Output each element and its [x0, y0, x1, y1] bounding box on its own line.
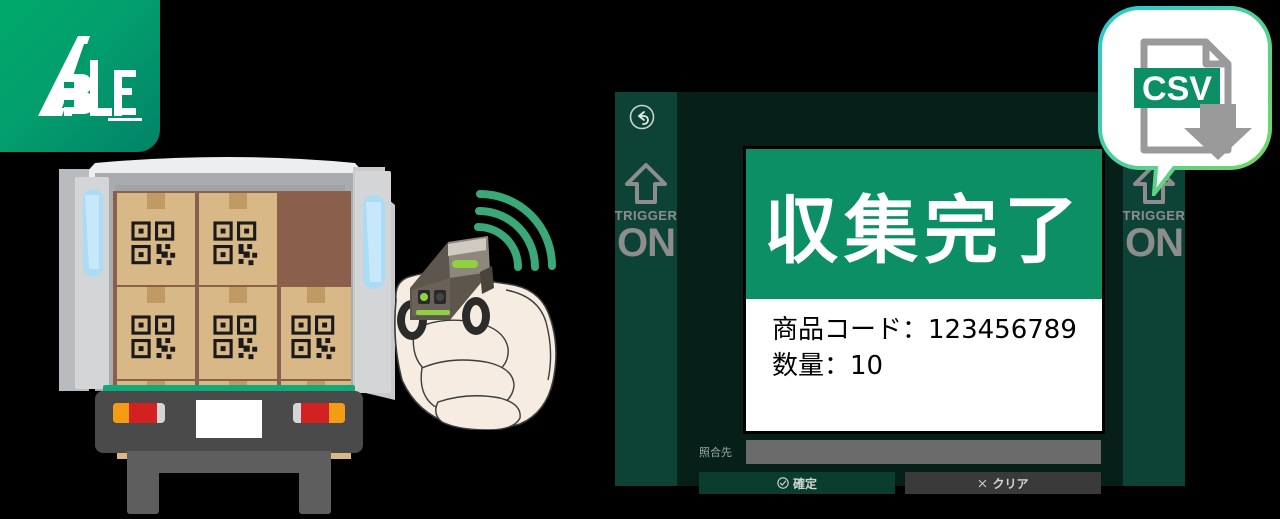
matching-target-label: 照合先 — [699, 446, 732, 459]
dialog-body: 商品コード：123456789 数量：10 — [746, 299, 1102, 385]
dialog-button-row: 確定 クリア — [677, 464, 1123, 494]
clear-button[interactable]: クリア — [905, 472, 1101, 494]
trigger-panel-left[interactable]: TRIGGER ON — [615, 92, 677, 486]
truck-door-left — [59, 169, 109, 391]
matching-form: 照合先 確定 クリア — [677, 440, 1123, 494]
confirm-button[interactable]: 確定 — [699, 472, 895, 494]
quantity-line: 数量：10 — [772, 350, 884, 381]
dialog-heading: 収集完了 — [764, 187, 1084, 274]
truck-door-right — [353, 167, 391, 393]
illustration-canvas: TRIGGER ON TRIGGER ON 作業画面 収集完了 商品コード：12… — [0, 0, 1280, 514]
check-circle-icon — [777, 477, 789, 489]
ring-barcode-scanner — [388, 180, 588, 431]
csv-export-bubble: CSV — [1096, 4, 1274, 201]
confirm-button-label: 確定 — [792, 476, 817, 491]
dialog-header: 収集完了 — [746, 149, 1102, 299]
completion-dialog: 収集完了 商品コード：123456789 数量：10 — [743, 146, 1105, 434]
delivery-truck — [55, 55, 415, 514]
back-arrow-icon[interactable] — [629, 104, 655, 130]
cross-icon — [979, 479, 987, 487]
matching-target-input[interactable] — [746, 440, 1101, 464]
trigger-state: ON — [1125, 221, 1184, 265]
csv-badge-label: CSV — [1142, 70, 1212, 108]
license-plate — [196, 400, 262, 438]
clear-button-label: クリア — [992, 476, 1029, 491]
matching-target-row: 照合先 — [677, 440, 1123, 464]
up-arrow-icon — [625, 163, 667, 204]
trigger-state: ON — [617, 221, 676, 265]
product-code-line: 商品コード：123456789 — [772, 315, 1077, 345]
